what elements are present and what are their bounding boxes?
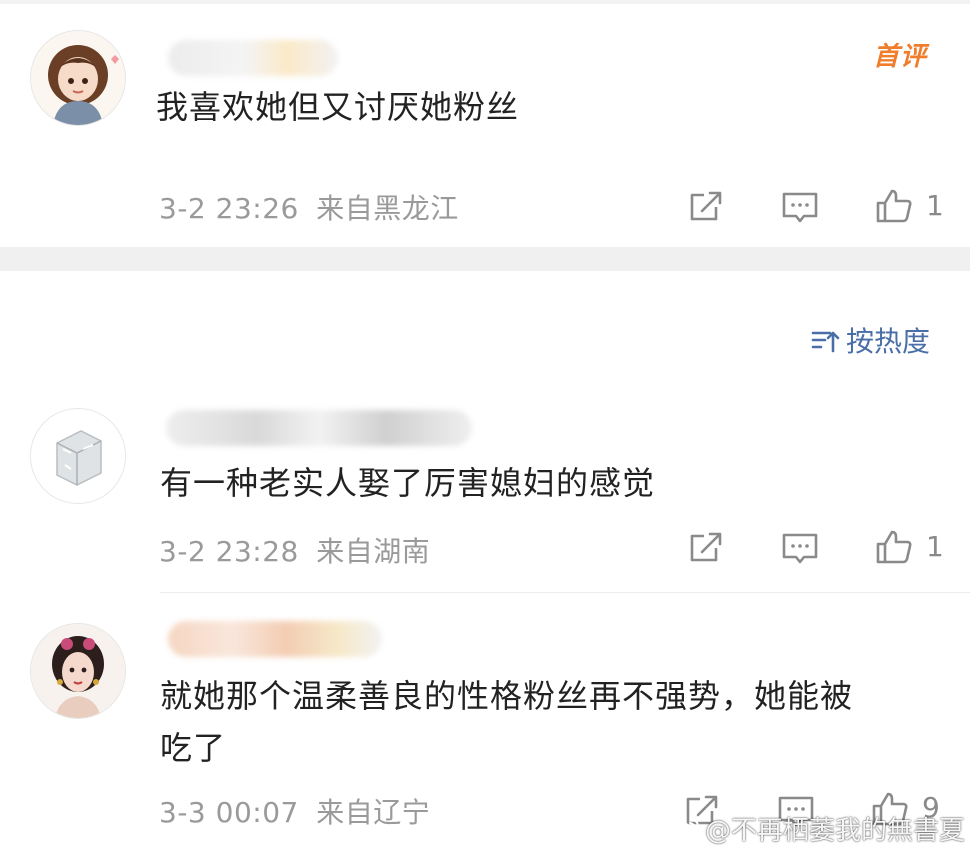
username-blurred[interactable] xyxy=(168,40,338,76)
comment-location: 来自黑龙江 xyxy=(316,192,459,225)
section-divider xyxy=(0,247,970,271)
avatar[interactable] xyxy=(30,408,126,504)
comment-time: 3-2 23:28 xyxy=(159,535,299,568)
like-count: 1 xyxy=(926,530,944,563)
watermark: @不再栖萎我的無書夏 xyxy=(665,810,965,847)
sort-label: 按热度 xyxy=(846,325,931,358)
comment-text: 我喜欢她但又讨厌她粉丝 xyxy=(156,88,520,126)
comment-item: 首评 我喜欢她但又讨厌她粉丝 3-2 23:26 来自黑龙江 1 xyxy=(0,4,970,247)
share-icon[interactable] xyxy=(686,528,726,568)
comment-icon[interactable] xyxy=(780,187,820,227)
comment-text-cont: 吃了 xyxy=(160,729,227,767)
share-icon[interactable] xyxy=(686,187,726,227)
comment-time: 3-2 23:26 xyxy=(159,192,299,225)
comment-meta: 3-2 23:26 来自黑龙江 xyxy=(159,187,459,227)
thumbs-up-icon[interactable] xyxy=(874,527,914,567)
comment-time: 3-3 00:07 xyxy=(159,796,299,829)
sort-icon xyxy=(811,331,840,353)
like-count: 1 xyxy=(926,189,944,222)
comment-icon[interactable] xyxy=(780,528,820,568)
thumbs-up-icon[interactable] xyxy=(874,186,914,226)
comment-item: 有一种老实人娶了厉害媳妇的感觉 3-2 23:28 来自湖南 1 xyxy=(0,390,970,592)
comment-location: 来自辽宁 xyxy=(316,796,431,829)
username-blurred[interactable] xyxy=(168,621,382,657)
weibo-icon xyxy=(666,817,699,842)
comment-meta: 3-3 00:07 来自辽宁 xyxy=(159,791,430,831)
first-comment-badge: 首评 xyxy=(873,42,928,72)
comment-text: 有一种老实人娶了厉害媳妇的感觉 xyxy=(160,464,656,502)
avatar[interactable] xyxy=(30,30,126,126)
comment-text: 就她那个温柔善良的性格粉丝再不强势，她能被 xyxy=(160,677,854,715)
sort-button[interactable]: 按热度 xyxy=(810,320,930,360)
comment-location: 来自湖南 xyxy=(316,535,431,568)
watermark-text: @不再栖萎我的無書夏 xyxy=(705,816,966,846)
comment-meta: 3-2 23:28 来自湖南 xyxy=(159,530,430,570)
username-blurred[interactable] xyxy=(166,410,472,446)
avatar[interactable] xyxy=(30,623,126,719)
